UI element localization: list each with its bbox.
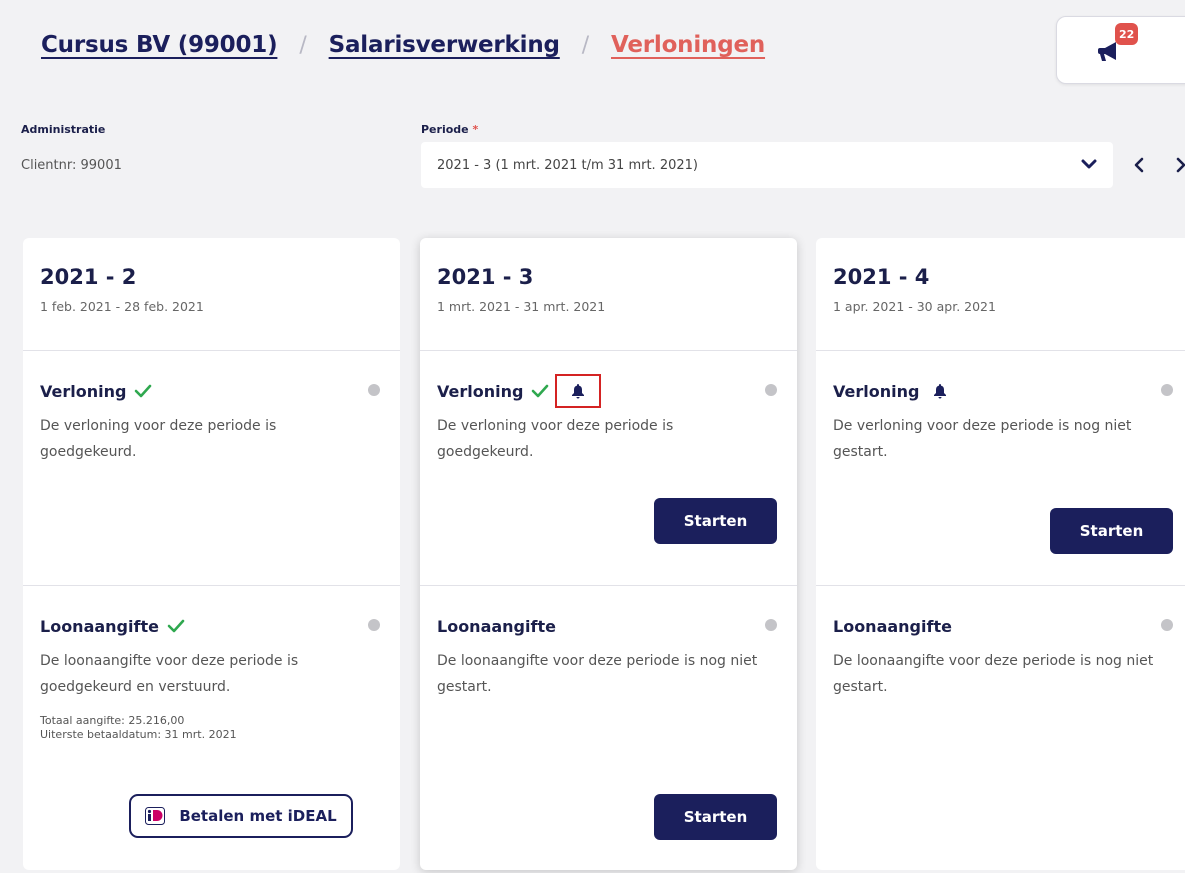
- loonaangifte-title: Loonaangifte: [833, 614, 1177, 638]
- loonaangifte-section: Loonaangifte De loonaangifte voor deze p…: [23, 586, 400, 870]
- verloning-title-text: Verloning: [833, 381, 920, 401]
- loonaangifte-description: De loonaangifte voor deze periode is goe…: [40, 653, 299, 695]
- period-range: 1 apr. 2021 - 30 apr. 2021: [833, 299, 996, 314]
- verloning-title: Verloning: [40, 379, 384, 403]
- info-icon[interactable]: [368, 384, 380, 396]
- verloning-section: Verloning De verloning voor deze periode…: [420, 351, 797, 586]
- ideal-logo-icon: [145, 807, 166, 825]
- loonaangifte-starten-button[interactable]: Starten: [654, 794, 777, 840]
- aangifte-totals: Totaal aangifte: 25.216,00 Uiterste beta…: [40, 714, 384, 742]
- loonaangifte-title: Loonaangifte: [40, 614, 384, 638]
- period-title: 2021 - 2: [40, 265, 137, 289]
- verloning-description: De verloning voor deze periode is nog ni…: [833, 418, 1132, 460]
- periode-select[interactable]: 2021 - 3 (1 mrt. 2021 t/m 31 mrt. 2021): [421, 142, 1113, 188]
- periode-label: Periode *: [421, 123, 478, 136]
- verloning-title: Verloning: [437, 374, 781, 408]
- breadcrumb-salarisverwerking[interactable]: Salarisverwerking: [329, 32, 560, 58]
- breadcrumb: Cursus BV (99001) / Salarisverwerking / …: [41, 32, 765, 58]
- notification-count-badge: 22: [1115, 23, 1139, 45]
- verloning-starten-button[interactable]: Starten: [654, 498, 777, 544]
- bell-highlight-box: [555, 374, 602, 408]
- period-card-2021-2: 2021 - 2 1 feb. 2021 - 28 feb. 2021 Verl…: [23, 238, 400, 870]
- info-icon[interactable]: [765, 384, 777, 396]
- period-card-2021-3: 2021 - 3 1 mrt. 2021 - 31 mrt. 2021 Verl…: [420, 238, 797, 870]
- bell-icon[interactable]: [571, 383, 585, 399]
- verloning-section: Verloning De verloning voor deze periode…: [23, 351, 400, 586]
- loonaangifte-section: Loonaangifte De loonaangifte voor deze p…: [420, 586, 797, 870]
- info-icon[interactable]: [368, 619, 380, 631]
- loonaangifte-section: Loonaangifte De loonaangifte voor deze p…: [816, 586, 1185, 870]
- verloning-title: Verloning: [833, 379, 1177, 403]
- betalen-met-ideal-label: Betalen met iDEAL: [179, 807, 337, 825]
- previous-period-arrow-icon[interactable]: [1131, 156, 1147, 174]
- info-icon[interactable]: [1161, 619, 1173, 631]
- check-icon: [135, 384, 152, 398]
- breadcrumb-verloningen[interactable]: Verloningen: [611, 32, 765, 58]
- totaal-aangifte: Totaal aangifte: 25.216,00: [40, 714, 185, 727]
- bell-icon[interactable]: [933, 383, 947, 399]
- check-icon: [167, 619, 185, 633]
- breadcrumb-company[interactable]: Cursus BV (99001): [41, 32, 278, 58]
- card-header: 2021 - 2 1 feb. 2021 - 28 feb. 2021: [23, 238, 400, 351]
- breadcrumb-separator: /: [581, 33, 589, 58]
- period-range: 1 mrt. 2021 - 31 mrt. 2021: [437, 299, 606, 314]
- chevron-down-icon: [1081, 159, 1097, 169]
- verloning-description: De verloning voor deze periode is goedge…: [40, 418, 277, 460]
- verloning-title-text: Verloning: [40, 381, 127, 401]
- next-period-arrow-icon[interactable]: [1173, 156, 1185, 174]
- loonaangifte-title-text: Loonaangifte: [437, 616, 556, 636]
- betalen-met-ideal-button[interactable]: Betalen met iDEAL: [129, 794, 353, 838]
- verloning-section: Verloning De verloning voor deze periode…: [816, 351, 1185, 586]
- info-icon[interactable]: [1161, 384, 1173, 396]
- check-icon: [532, 384, 549, 398]
- info-icon[interactable]: [765, 619, 777, 631]
- notifications-button[interactable]: 22: [1056, 16, 1185, 84]
- loonaangifte-title-text: Loonaangifte: [40, 616, 159, 636]
- period-card-2021-4: 2021 - 4 1 apr. 2021 - 30 apr. 2021 Verl…: [816, 238, 1185, 870]
- administratie-value: Clientnr: 99001: [21, 158, 122, 173]
- card-header: 2021 - 4 1 apr. 2021 - 30 apr. 2021: [816, 238, 1185, 351]
- administratie-label: Administratie: [21, 123, 106, 136]
- card-header: 2021 - 3 1 mrt. 2021 - 31 mrt. 2021: [420, 238, 797, 351]
- uiterste-betaaldatum: Uiterste betaaldatum: 31 mrt. 2021: [40, 728, 237, 741]
- period-title: 2021 - 3: [437, 265, 534, 289]
- period-title: 2021 - 4: [833, 265, 930, 289]
- verloning-starten-button[interactable]: Starten: [1050, 508, 1173, 554]
- required-mark: *: [472, 123, 479, 136]
- loonaangifte-title-text: Loonaangifte: [833, 616, 952, 636]
- period-range: 1 feb. 2021 - 28 feb. 2021: [40, 299, 204, 314]
- periode-select-value: 2021 - 3 (1 mrt. 2021 t/m 31 mrt. 2021): [437, 157, 698, 173]
- verloning-description: De verloning voor deze periode is goedge…: [437, 418, 674, 460]
- loonaangifte-description: De loonaangifte voor deze periode is nog…: [437, 653, 758, 695]
- periode-label-text: Periode: [421, 123, 469, 136]
- breadcrumb-separator: /: [299, 33, 307, 58]
- loonaangifte-description: De loonaangifte voor deze periode is nog…: [833, 653, 1154, 695]
- verloning-title-text: Verloning: [437, 381, 524, 401]
- loonaangifte-title: Loonaangifte: [437, 614, 781, 638]
